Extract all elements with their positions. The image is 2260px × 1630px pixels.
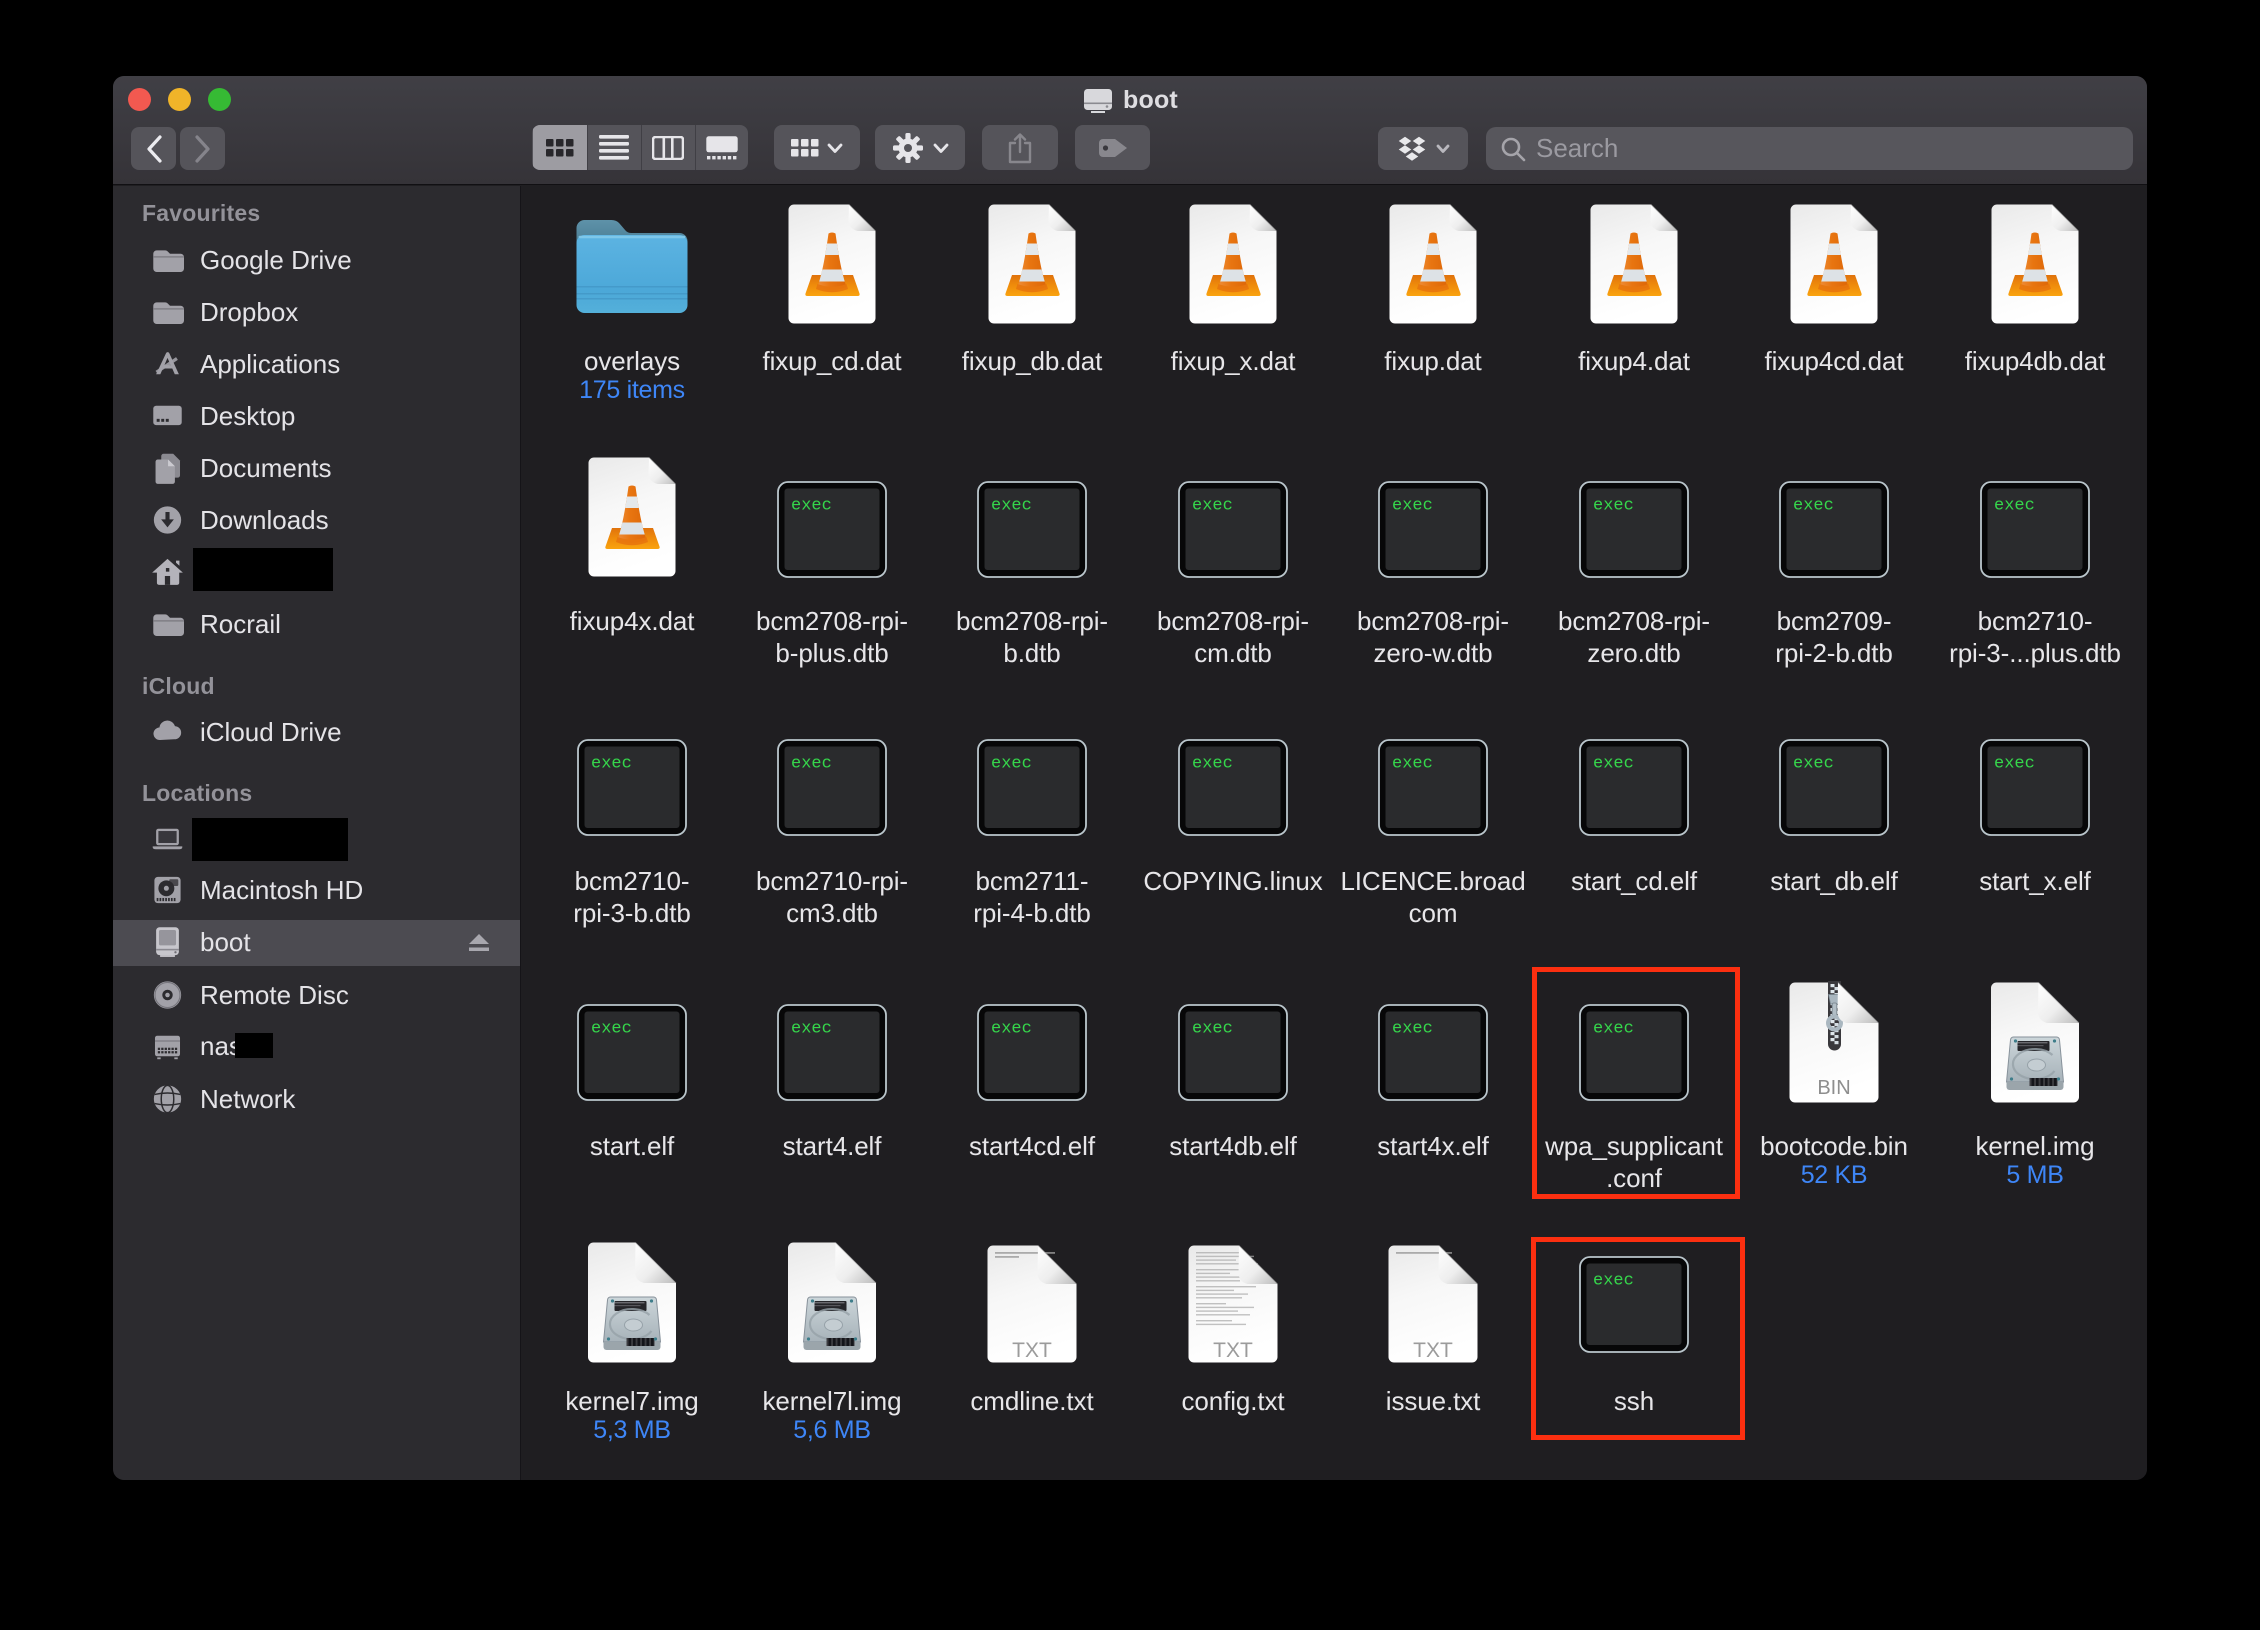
svg-text:TXT: TXT <box>1213 1339 1253 1362</box>
svg-text:exec: exec <box>1392 497 1433 516</box>
svg-text:TXT: TXT <box>1413 1339 1453 1362</box>
svg-text:exec: exec <box>1192 1020 1233 1039</box>
svg-text:exec: exec <box>1192 497 1233 516</box>
svg-text:exec: exec <box>1994 497 2035 516</box>
svg-text:exec: exec <box>1994 755 2035 774</box>
svg-text:exec: exec <box>791 497 832 516</box>
svg-text:exec: exec <box>1593 755 1634 774</box>
svg-text:exec: exec <box>991 1020 1032 1039</box>
svg-text:exec: exec <box>1392 1020 1433 1039</box>
svg-text:exec: exec <box>591 755 632 774</box>
svg-text:exec: exec <box>1593 497 1634 516</box>
svg-text:exec: exec <box>791 1020 832 1039</box>
svg-text:exec: exec <box>991 755 1032 774</box>
svg-text:exec: exec <box>1192 755 1233 774</box>
svg-text:exec: exec <box>791 755 832 774</box>
svg-text:exec: exec <box>1392 755 1433 774</box>
svg-text:exec: exec <box>1793 755 1834 774</box>
svg-text:exec: exec <box>591 1020 632 1039</box>
svg-text:TXT: TXT <box>1012 1339 1052 1362</box>
svg-text:exec: exec <box>1793 497 1834 516</box>
svg-text:BIN: BIN <box>1817 1077 1850 1099</box>
svg-text:exec: exec <box>991 497 1032 516</box>
